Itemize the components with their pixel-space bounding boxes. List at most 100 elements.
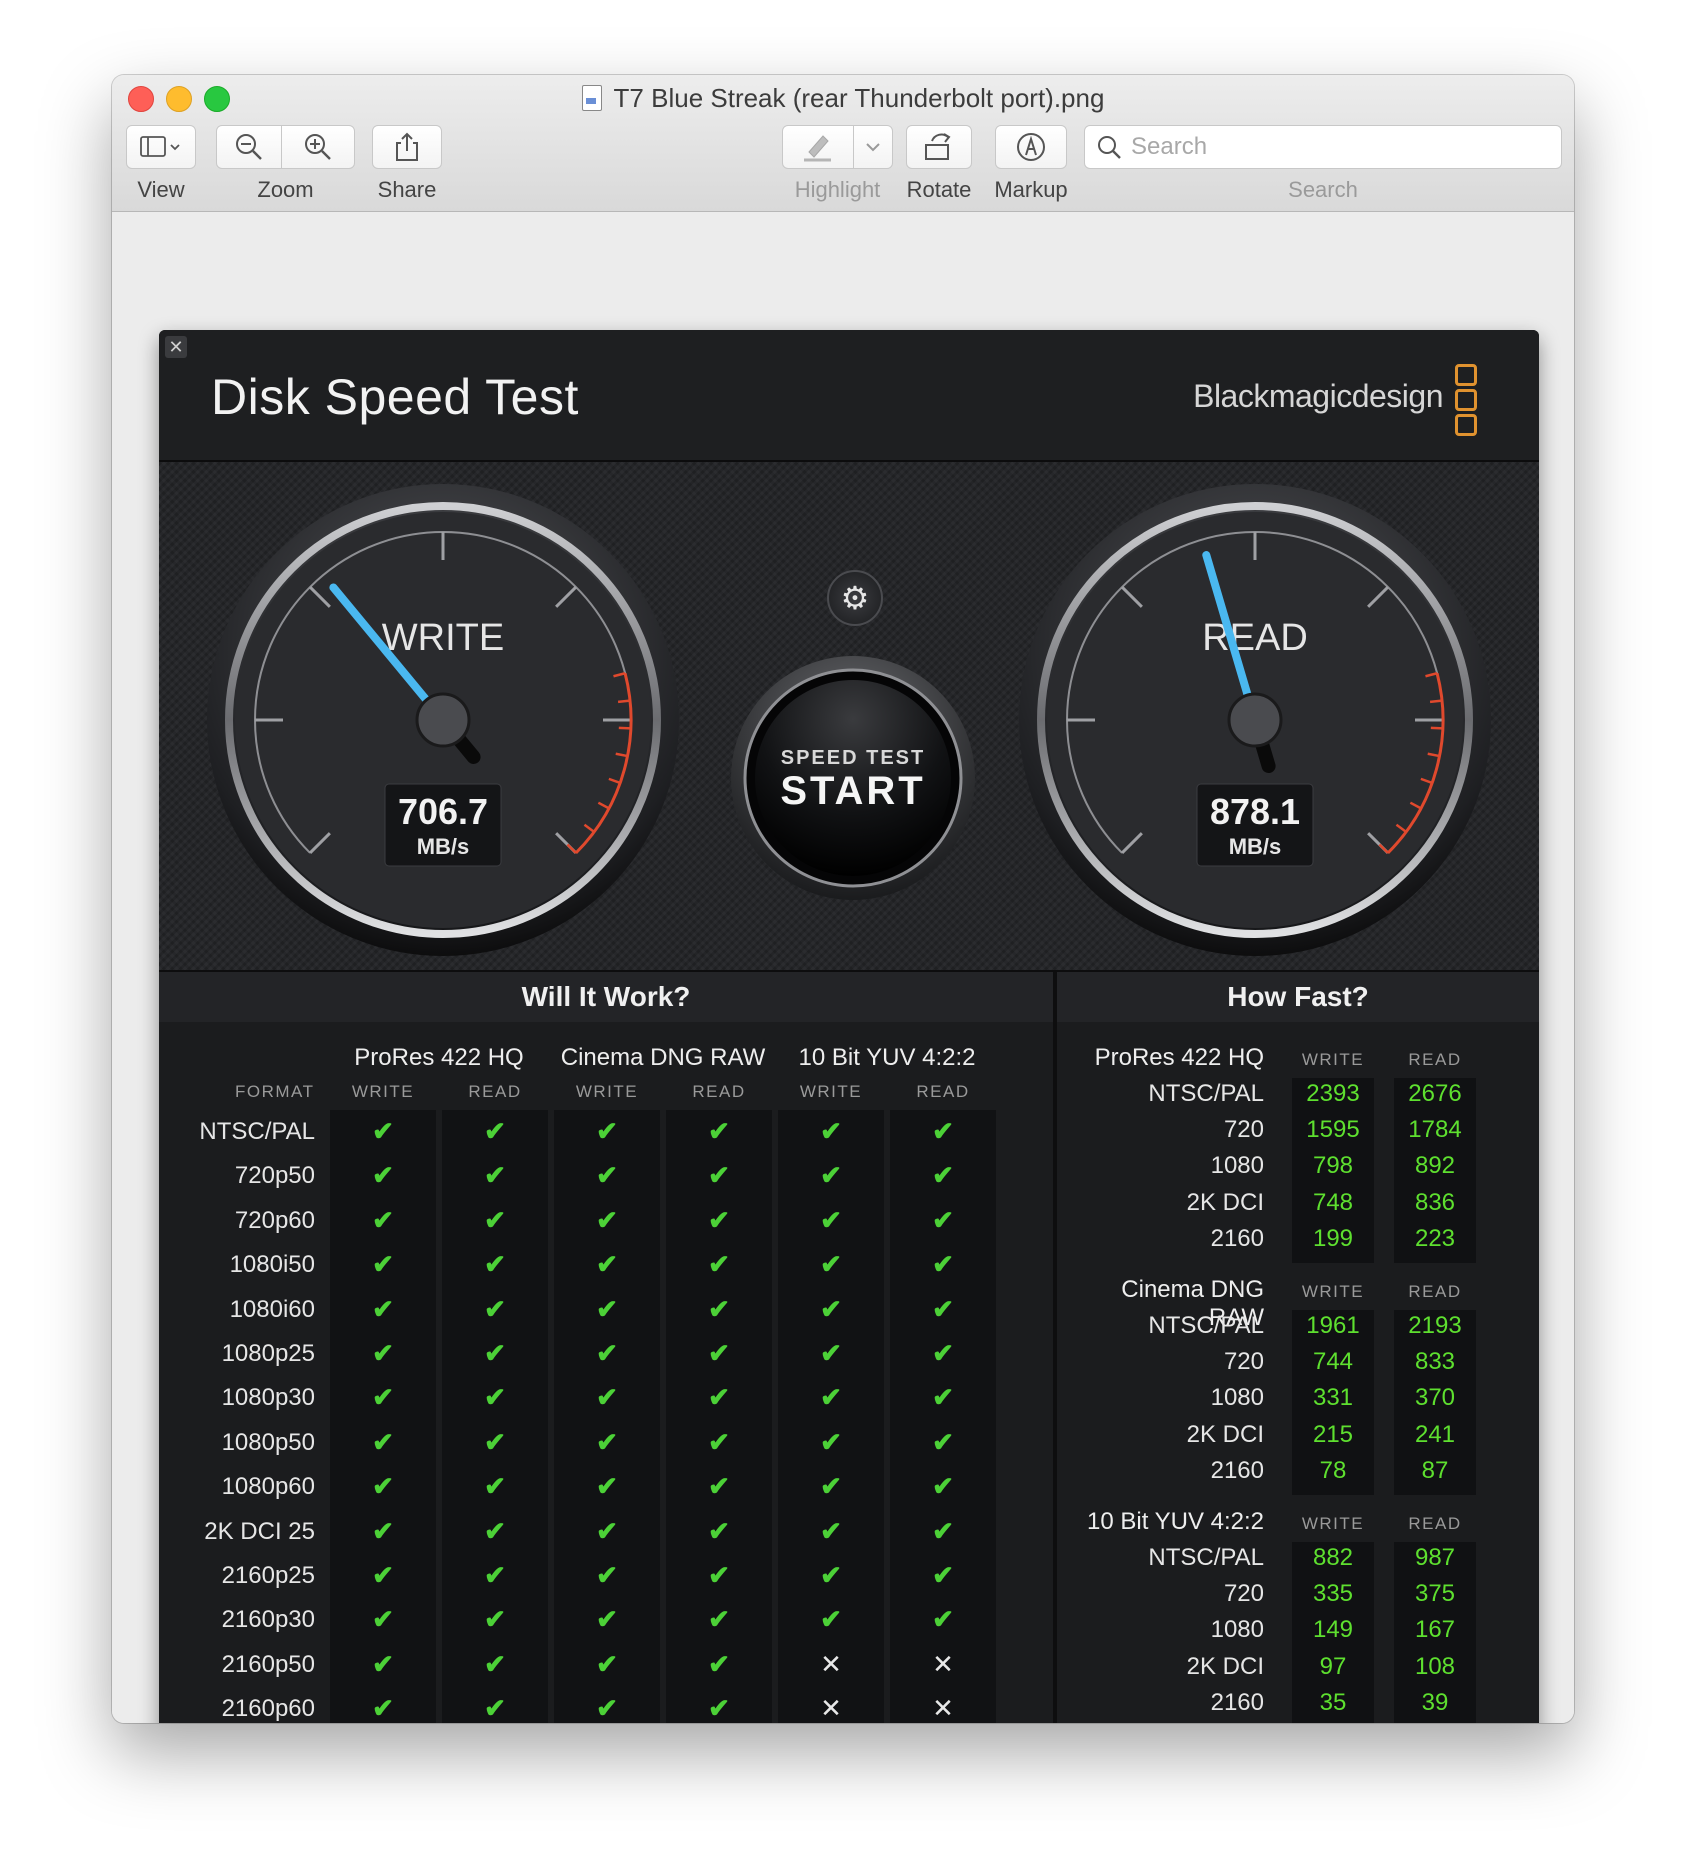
resolution-label: NTSC/PAL xyxy=(1148,1312,1264,1339)
group-header: ProRes 422 HQ xyxy=(354,1044,524,1071)
checkmark-icon: ✔ xyxy=(484,1204,506,1235)
search-placeholder: Search xyxy=(1131,133,1208,160)
start-button-subtitle: SPEED TEST xyxy=(781,747,925,769)
fps-read-value: 87 xyxy=(1421,1456,1449,1484)
checkmark-icon: ✔ xyxy=(596,1515,618,1546)
rotate-label: Rotate xyxy=(906,177,972,202)
highlight-menu-button[interactable] xyxy=(853,125,893,169)
markup-label: Markup xyxy=(994,177,1068,202)
checkmark-icon: ✔ xyxy=(820,1382,842,1413)
checkmark-icon: ✔ xyxy=(372,1293,394,1324)
fps-read-value: 108 xyxy=(1414,1652,1456,1680)
checkmark-icon: ✔ xyxy=(596,1471,618,1502)
read-subheader: READ xyxy=(1408,1514,1462,1533)
checkmark-icon: ✔ xyxy=(932,1204,954,1235)
checkmark-icon: ✔ xyxy=(932,1160,954,1191)
format-label: 1080p30 xyxy=(221,1384,315,1412)
checkmark-icon: ✔ xyxy=(708,1604,730,1635)
speed-value: 706.7 xyxy=(398,791,488,832)
window-title: T7 Blue Streak (rear Thunderbolt port).p… xyxy=(112,83,1574,114)
checkmark-icon: ✔ xyxy=(596,1293,618,1324)
checkmark-icon: ✔ xyxy=(932,1426,954,1457)
checkmark-icon: ✔ xyxy=(596,1160,618,1191)
write-gauge: WRITE 706.7MB/s xyxy=(207,484,679,956)
fps-read-value: 375 xyxy=(1414,1580,1456,1608)
format-label: 720p50 xyxy=(234,1162,315,1190)
section-divider xyxy=(1053,972,1057,1723)
gauge-label: WRITE xyxy=(382,617,504,659)
checkmark-icon: ✔ xyxy=(820,1471,842,1502)
checkmark-icon: ✔ xyxy=(708,1338,730,1368)
app-title: Disk Speed Test xyxy=(211,369,579,425)
checkmark-icon: ✔ xyxy=(820,1204,842,1235)
markup-button[interactable] xyxy=(995,125,1067,169)
fps-write-value: 1961 xyxy=(1306,1312,1360,1339)
checkmark-icon: ✔ xyxy=(708,1249,730,1280)
checkmark-icon: ✔ xyxy=(820,1116,842,1146)
needle-hub xyxy=(415,692,471,748)
rotate-icon xyxy=(925,133,951,160)
format-label: 1080p60 xyxy=(221,1473,315,1501)
checkmark-icon: ✔ xyxy=(820,1293,842,1324)
checkmark-icon: ✔ xyxy=(820,1426,842,1457)
checkmark-icon: ✔ xyxy=(932,1382,954,1413)
highlight-button[interactable] xyxy=(782,125,854,169)
checkmark-icon: ✔ xyxy=(484,1160,506,1191)
titlebar: T7 Blue Streak (rear Thunderbolt port).p… xyxy=(112,75,1574,212)
group-header: Cinema DNG RAW xyxy=(560,1044,766,1071)
fps-write-value: 199 xyxy=(1312,1224,1354,1252)
cross-icon: ✕ xyxy=(820,1648,842,1679)
results-tables: Will It Work? How Fast? ProRes 422 HQ WRI… xyxy=(159,972,1539,1723)
checkmark-icon: ✔ xyxy=(596,1249,618,1280)
settings-gear-icon[interactable]: ⚙ xyxy=(827,570,883,626)
checkmark-icon: ✔ xyxy=(820,1560,842,1590)
checkmark-icon: ✔ xyxy=(708,1471,730,1502)
start-button[interactable]: SPEED TEST START xyxy=(729,654,977,902)
checkmark-icon: ✔ xyxy=(372,1249,394,1280)
checkmark-icon: ✔ xyxy=(596,1338,618,1368)
zoom-out-button[interactable] xyxy=(216,125,282,169)
checkmark-icon: ✔ xyxy=(596,1426,618,1457)
write-subheader: WRITE xyxy=(1301,1514,1365,1533)
checkmark-icon: ✔ xyxy=(372,1560,394,1590)
resolution-label: 2160 xyxy=(1210,1224,1264,1252)
share-button[interactable] xyxy=(372,125,442,169)
checkmark-icon: ✔ xyxy=(708,1116,730,1146)
speed-unit: MB/s xyxy=(1229,834,1282,859)
resolution-label: NTSC/PAL xyxy=(1148,1544,1264,1571)
zoom-label: Zoom xyxy=(257,177,314,202)
speed-unit: MB/s xyxy=(417,834,470,859)
close-icon[interactable]: ✕ xyxy=(165,336,187,358)
preview-window: T7 Blue Streak (rear Thunderbolt port).p… xyxy=(112,75,1574,1723)
checkmark-icon: ✔ xyxy=(596,1560,618,1590)
checkmark-icon: ✔ xyxy=(372,1515,394,1546)
checkmark-icon: ✔ xyxy=(372,1116,394,1146)
checkmark-icon: ✔ xyxy=(820,1604,842,1635)
fps-read-value: 241 xyxy=(1414,1420,1456,1448)
highlighter-icon xyxy=(804,135,831,162)
format-label: 2160p60 xyxy=(221,1695,315,1723)
checkmark-icon: ✔ xyxy=(484,1249,506,1280)
how-fast-group-title: ProRes 422 HQ xyxy=(1094,1044,1264,1071)
fps-read-value: 370 xyxy=(1414,1384,1456,1412)
resolution-label: 2K DCI xyxy=(1186,1420,1264,1448)
read-gauge: READ 878.1MB/s xyxy=(1019,484,1491,956)
format-label: 1080p50 xyxy=(221,1428,315,1456)
search-input[interactable]: Search xyxy=(1084,125,1562,169)
format-header: FORMAT xyxy=(235,1082,315,1101)
checkmark-icon: ✔ xyxy=(708,1515,730,1546)
rotate-button[interactable] xyxy=(906,125,972,169)
zoom-in-button[interactable] xyxy=(281,125,355,169)
sub-header: READ xyxy=(916,1082,970,1101)
format-label: 2160p50 xyxy=(221,1650,315,1678)
sub-header: READ xyxy=(692,1082,746,1101)
checkmark-icon: ✔ xyxy=(708,1426,730,1457)
search-icon xyxy=(1098,136,1121,159)
checkmark-icon: ✔ xyxy=(932,1515,954,1546)
checkmark-icon: ✔ xyxy=(484,1648,506,1679)
view-button[interactable] xyxy=(126,125,196,169)
resolution-label: 2K DCI xyxy=(1186,1652,1264,1680)
png-file-icon xyxy=(581,85,602,111)
checkmark-icon: ✔ xyxy=(596,1382,618,1413)
checkmark-icon: ✔ xyxy=(484,1471,506,1502)
